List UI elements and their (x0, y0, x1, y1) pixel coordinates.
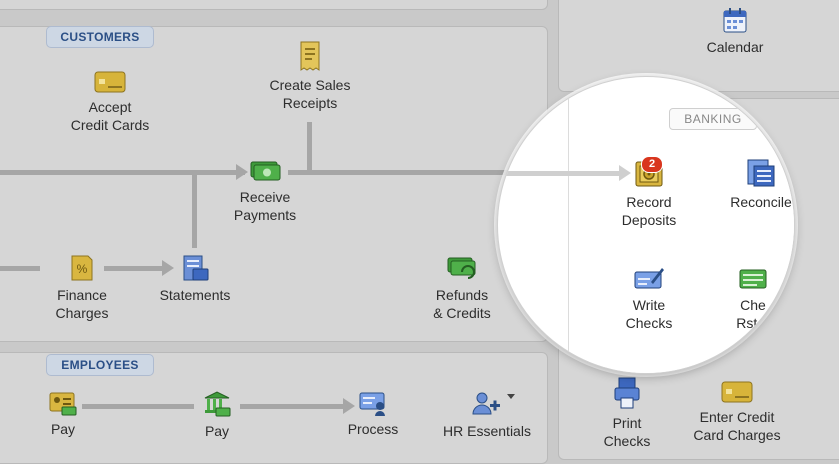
reconcile-icon (747, 159, 775, 187)
flow-line-left-finance (0, 266, 40, 271)
write-check-icon (634, 268, 664, 289)
refund-icon (447, 257, 476, 279)
receive-payments-button[interactable]: Receive Payments (220, 158, 310, 224)
banking-section-tab: BANKING (669, 108, 757, 130)
top-left-panel-remnant (0, 0, 548, 10)
create-sales-receipts-button[interactable]: Create Sales Receipts (255, 40, 365, 112)
hr-essentials-button[interactable]: HR Essentials (432, 390, 542, 440)
statements-button[interactable]: Statements (150, 254, 240, 304)
process-payroll-label: Process (347, 421, 399, 437)
pay-liabilities-button[interactable]: Pay (184, 390, 250, 440)
payroll-check-icon (359, 392, 385, 416)
enter-credit-card-charges-button[interactable]: Enter Credit Card Charges (678, 380, 796, 444)
reconcile-button[interactable]: Reconcile (716, 157, 794, 211)
flow-line-pay-pay (82, 404, 194, 409)
hr-essentials-dropdown-icon[interactable] (507, 394, 515, 399)
statement-icon (183, 255, 209, 281)
enter-credit-card-charges-label: Enter Credit Card Charges (693, 409, 781, 443)
write-checks-button[interactable]: Write Checks (604, 264, 694, 332)
svg-text:%: % (77, 262, 88, 276)
refunds-credits-button[interactable]: Refunds & Credits (420, 254, 504, 322)
banking-panel-magnified (568, 99, 794, 373)
calendar-button[interactable]: Calendar (690, 6, 780, 56)
customers-section-tab: CUSTOMERS (46, 26, 154, 48)
pay-liabilities-label: Pay (204, 423, 230, 439)
write-checks-label: Write Checks (625, 297, 673, 331)
pay-employees-label: Pay (50, 421, 76, 437)
check-register-button[interactable]: Che Rster (723, 264, 783, 332)
finance-charges-button[interactable]: % Finance Charges (42, 254, 122, 322)
printer-icon (614, 377, 640, 409)
magnifier-lens: BANKING Record Deposits 2 Reconcile Writ… (497, 76, 795, 374)
statements-label: Statements (159, 287, 231, 303)
flow-line-pay-process (240, 404, 345, 409)
calendar-icon (723, 8, 747, 33)
record-deposits-label: Record Deposits (621, 194, 677, 228)
check-register-label: Che Rster (736, 297, 770, 331)
calendar-label: Calendar (706, 39, 764, 55)
id-card-icon (49, 392, 77, 416)
hr-essentials-label: HR Essentials (443, 423, 531, 439)
check-register-icon (739, 269, 767, 289)
process-payroll-button[interactable]: Process (338, 390, 408, 438)
accept-credit-cards-label: Accept Credit Cards (70, 99, 150, 133)
employees-section-tab: EMPLOYEES (46, 354, 154, 376)
finance-charges-label: Finance Charges (55, 287, 109, 321)
print-checks-button[interactable]: Print Checks (586, 376, 668, 450)
create-sales-receipts-label: Create Sales Receipts (269, 77, 351, 111)
finance-charges-icon: % (71, 255, 93, 281)
print-checks-label: Print Checks (603, 415, 651, 449)
magnifier-content: BANKING Record Deposits 2 Reconcile Writ… (498, 77, 794, 373)
receive-payments-label: Receive Payments (233, 189, 297, 223)
reconcile-label: Reconcile (730, 194, 792, 210)
record-deposits-badge: 2 (641, 156, 663, 173)
flow-line-main (0, 170, 245, 175)
accept-credit-cards-button[interactable]: Accept Credit Cards (60, 70, 160, 134)
banking-panel-border (568, 99, 569, 373)
hr-icon (472, 392, 500, 415)
bank-icon (204, 391, 231, 417)
receipt-icon (300, 41, 320, 71)
flow-line-vertical-statements (192, 170, 197, 248)
refunds-credits-label: Refunds & Credits (433, 287, 491, 321)
cash-icon (250, 161, 281, 181)
credit-card-icon (94, 71, 126, 93)
pay-employees-button[interactable]: Pay (30, 390, 96, 438)
credit-card-icon (721, 381, 753, 403)
